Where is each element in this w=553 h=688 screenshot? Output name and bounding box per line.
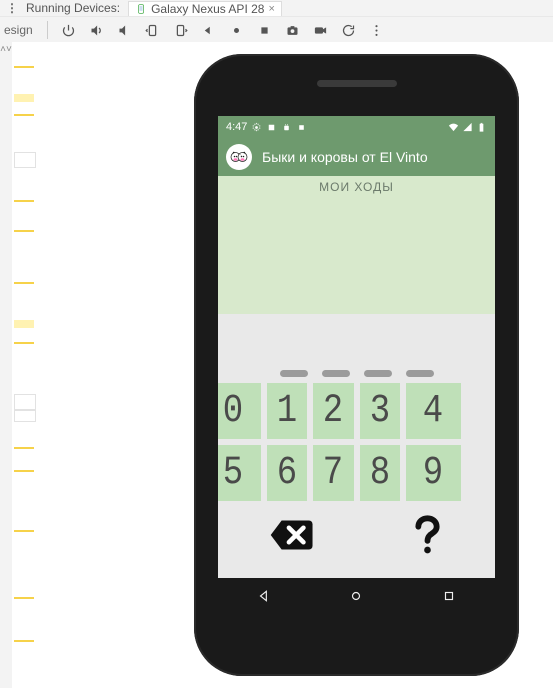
keypad-row-2: 5 6 7 8 9 xyxy=(218,445,495,501)
overview-icon[interactable] xyxy=(256,21,274,39)
cow-icon xyxy=(229,149,249,165)
marker xyxy=(14,320,34,328)
backspace-icon xyxy=(258,515,316,555)
wifi-icon xyxy=(448,122,459,133)
divider xyxy=(47,21,48,39)
help-button[interactable] xyxy=(360,507,494,563)
device-screen[interactable]: 4:47 xyxy=(218,116,495,614)
guess-slot[interactable] xyxy=(280,370,308,377)
marker xyxy=(14,597,34,599)
power-icon[interactable] xyxy=(60,21,78,39)
marker xyxy=(14,200,34,202)
guess-slot[interactable] xyxy=(322,370,350,377)
guess-slot[interactable] xyxy=(406,370,434,377)
marker-gutter xyxy=(12,42,37,688)
marker xyxy=(14,410,36,422)
key-2[interactable]: 2 xyxy=(313,383,354,439)
rotate-right-icon[interactable] xyxy=(172,21,190,39)
key-0[interactable]: 0 xyxy=(218,383,261,439)
key-7[interactable]: 7 xyxy=(313,445,354,501)
ide-tab-strip: ⋮ Running Devices: Galaxy Nexus API 28 × xyxy=(0,0,553,17)
key-3[interactable]: 3 xyxy=(360,383,401,439)
app-title: Быки и коровы от El Vinto xyxy=(262,149,428,165)
signal-icon xyxy=(462,122,473,133)
device-frame: 4:47 xyxy=(194,54,519,676)
marker xyxy=(14,282,34,284)
app-bar: Быки и коровы от El Vinto xyxy=(218,138,495,176)
home-dot-icon[interactable] xyxy=(228,21,246,39)
rotate-left-icon[interactable] xyxy=(144,21,162,39)
android-icon xyxy=(281,122,292,133)
nav-overview-icon[interactable] xyxy=(442,589,456,603)
screenshot-icon[interactable] xyxy=(284,21,302,39)
chevron-down-icon[interactable]: ˄˅ xyxy=(0,44,12,55)
marker xyxy=(14,530,34,532)
square2-icon xyxy=(296,122,307,133)
key-4[interactable]: 4 xyxy=(406,383,461,439)
emulator-toolbar: esign xyxy=(0,16,553,44)
nav-home-icon[interactable] xyxy=(349,589,363,603)
close-icon[interactable]: × xyxy=(268,3,274,15)
system-nav-bar xyxy=(218,578,495,614)
guess-slots xyxy=(218,366,495,383)
marker xyxy=(14,447,34,449)
marker xyxy=(14,342,34,344)
nav-back-icon[interactable] xyxy=(257,589,271,603)
marker xyxy=(14,114,34,116)
marker xyxy=(14,94,34,102)
volume-down-icon[interactable] xyxy=(116,21,134,39)
square-icon xyxy=(266,122,277,133)
status-time: 4:47 xyxy=(226,121,247,133)
backspace-button[interactable] xyxy=(220,507,354,563)
phone-icon xyxy=(135,4,147,14)
running-devices-label: Running Devices: xyxy=(26,1,120,15)
guess-slot[interactable] xyxy=(364,370,392,377)
tab-device[interactable]: Galaxy Nexus API 28 × xyxy=(128,1,282,16)
key-8[interactable]: 8 xyxy=(360,445,401,501)
emulator-stage: 4:47 xyxy=(36,42,553,688)
tab-device-label: Galaxy Nexus API 28 xyxy=(151,2,264,16)
spacer xyxy=(218,314,495,366)
more-icon[interactable]: ⋮ xyxy=(6,1,18,15)
key-1[interactable]: 1 xyxy=(267,383,308,439)
speaker-grill xyxy=(317,80,397,87)
moves-panel xyxy=(218,198,495,314)
volume-up-icon[interactable] xyxy=(88,21,106,39)
keypad-row-1: 0 1 2 3 4 xyxy=(218,383,495,439)
marker xyxy=(14,470,34,472)
status-bar: 4:47 xyxy=(218,116,495,138)
gear-icon xyxy=(251,122,262,133)
key-5[interactable]: 5 xyxy=(218,445,261,501)
back-icon[interactable] xyxy=(200,21,218,39)
record-icon[interactable] xyxy=(312,21,330,39)
marker xyxy=(14,640,34,642)
refresh-icon[interactable] xyxy=(340,21,358,39)
section-title: МОИ ХОДЫ xyxy=(218,176,495,198)
marker xyxy=(14,152,36,168)
keypad-actions xyxy=(218,501,495,563)
key-9[interactable]: 9 xyxy=(406,445,461,501)
menu-more-icon[interactable] xyxy=(368,21,386,39)
key-6[interactable]: 6 xyxy=(267,445,308,501)
marker xyxy=(14,230,34,232)
side-design-label: esign xyxy=(4,23,33,37)
battery-icon xyxy=(476,122,487,133)
app-logo xyxy=(226,144,252,170)
question-icon xyxy=(410,515,443,555)
marker xyxy=(14,66,34,68)
marker xyxy=(14,394,36,410)
